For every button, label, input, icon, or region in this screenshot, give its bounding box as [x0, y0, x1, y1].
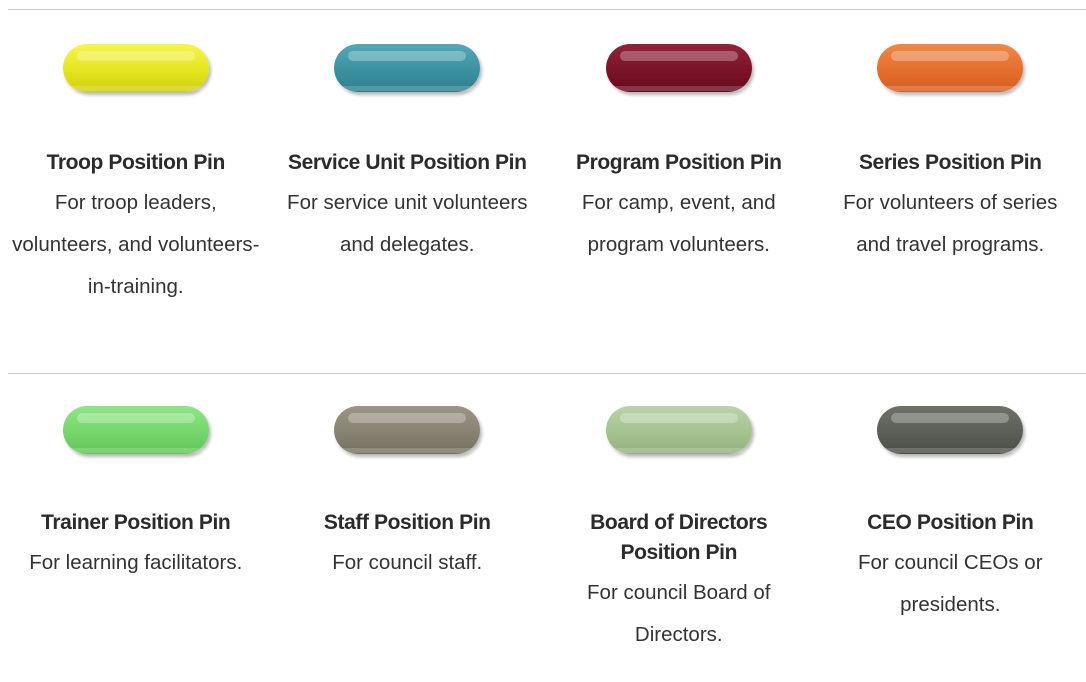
series-position-pin-card: Series Position Pin For volunteers of se… — [815, 44, 1086, 308]
ceo-position-pin-card: CEO Position Pin For council CEOs or pre… — [815, 406, 1086, 656]
pin-description: For service unit volunteers and delegate… — [287, 191, 528, 256]
staff-position-pin-card: Staff Position Pin For council staff. — [272, 406, 544, 656]
pin-title: CEO Position Pin — [867, 511, 1034, 534]
pin-description: For council CEOs or presidents. — [857, 551, 1043, 616]
ceo-pin-image — [877, 406, 1024, 454]
top-divider — [8, 9, 1086, 10]
troop-position-pin-card: Troop Position Pin For troop leaders, vo… — [0, 44, 272, 308]
service-unit-position-pin-card: Service Unit Position Pin For service un… — [272, 44, 544, 308]
pin-description: For troop leaders, volunteers, and volun… — [12, 191, 260, 298]
pin-title: Board of Directors Position Pin — [590, 511, 768, 564]
service-unit-pin-image — [334, 44, 481, 92]
pin-description: For council Board of Directors. — [587, 581, 771, 646]
pin-title: Series Position Pin — [858, 151, 1042, 174]
position-pins-page: Troop Position Pin For troop leaders, vo… — [0, 0, 1086, 682]
series-pin-image — [877, 44, 1024, 92]
trainer-position-pin-card: Trainer Position Pin For learning facili… — [0, 406, 272, 656]
pin-title: Troop Position Pin — [46, 151, 226, 174]
board-of-directors-position-pin-card: Board of Directors Position Pin For coun… — [543, 406, 815, 656]
staff-pin-image — [334, 406, 481, 454]
pin-description: For camp, event, and program volunteers. — [581, 191, 776, 256]
pin-title: Staff Position Pin — [323, 511, 491, 534]
pin-row-1: Troop Position Pin For troop leaders, vo… — [0, 44, 1086, 308]
pin-row-2: Trainer Position Pin For learning facili… — [0, 406, 1086, 656]
pin-title: Program Position Pin — [575, 151, 782, 174]
troop-pin-image — [62, 44, 209, 92]
middle-divider — [8, 373, 1086, 374]
pin-title: Service Unit Position Pin — [287, 151, 527, 174]
pin-title: Trainer Position Pin — [41, 511, 231, 534]
pin-description: For volunteers of series and travel prog… — [843, 191, 1058, 256]
trainer-pin-image — [62, 406, 209, 454]
board-pin-image — [605, 406, 752, 454]
program-pin-image — [605, 44, 752, 92]
pin-description: For council staff. — [332, 551, 483, 574]
pin-description: For learning facilitators. — [29, 551, 243, 574]
program-position-pin-card: Program Position Pin For camp, event, an… — [543, 44, 815, 308]
